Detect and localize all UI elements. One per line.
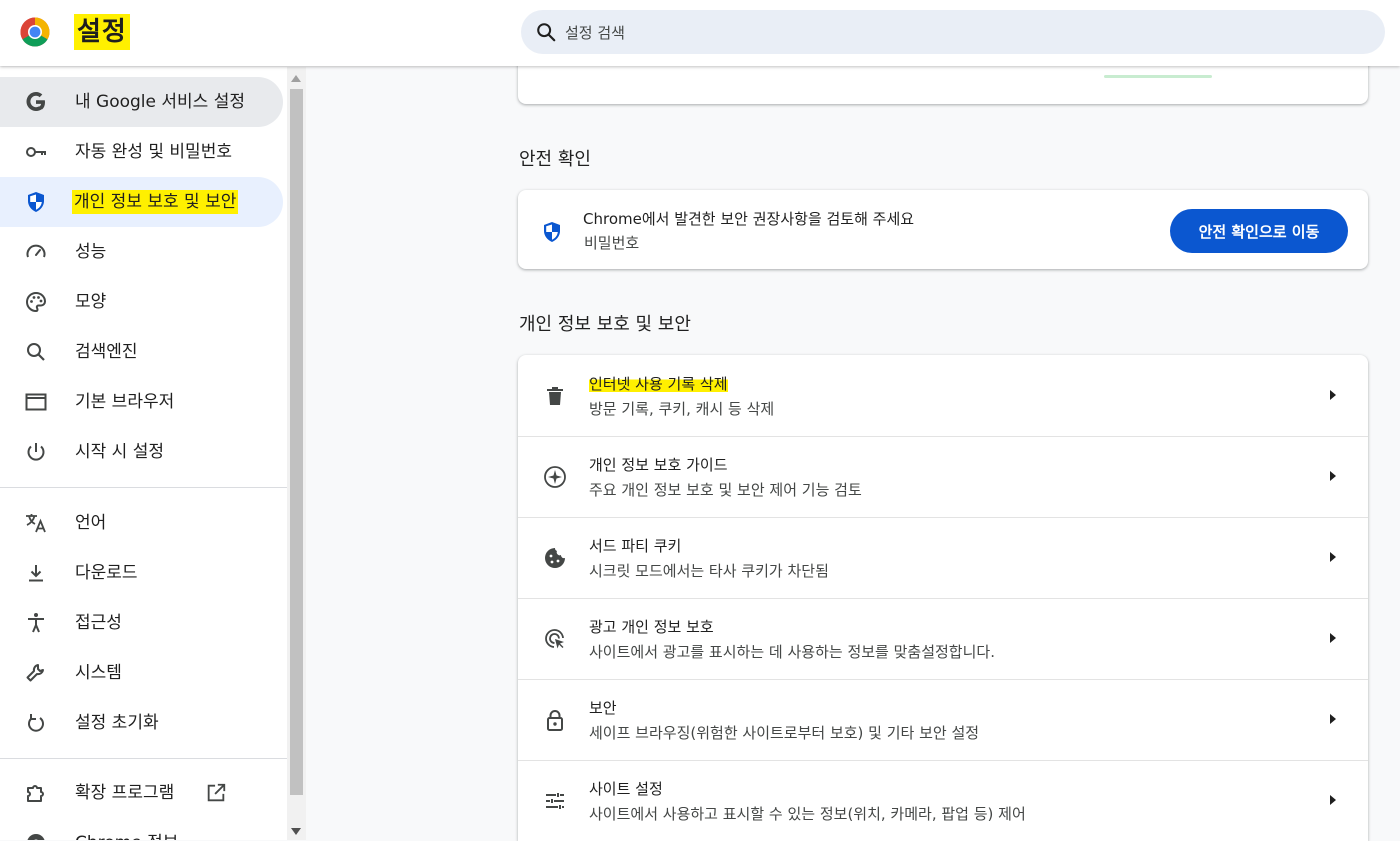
ad-privacy-icon — [545, 629, 564, 649]
safety-check-card: Chrome에서 발견한 보안 권장사항을 검토해 주세요 비밀번호 안전 확인… — [518, 190, 1368, 269]
sidebar-item-appearance[interactable]: 모양 — [0, 277, 283, 327]
cookie-icon — [545, 548, 565, 568]
row-ad-privacy[interactable]: 광고 개인 정보 보호 사이트에서 광고를 표시하는 데 사용하는 정보를 맞춤… — [518, 598, 1368, 679]
sidebar-item-label: 모양 — [75, 292, 107, 312]
top-bar: 설정 설정 검색 — [0, 0, 1400, 66]
page-title: 설정 — [74, 14, 130, 50]
row-third-party-cookies[interactable]: 서드 파티 쿠키 시크릿 모드에서는 타사 쿠키가 차단됨 — [518, 517, 1368, 598]
key-icon — [26, 147, 46, 157]
search-bar[interactable]: 설정 검색 — [521, 10, 1385, 54]
row-title: 서드 파티 쿠키 — [589, 537, 682, 555]
sidebar-item-languages[interactable]: 언어 — [0, 498, 283, 548]
sidebar-item-label: 접근성 — [75, 613, 122, 633]
extension-icon — [27, 785, 44, 802]
row-site-settings[interactable]: 사이트 설정 사이트에서 사용하고 표시할 수 있는 정보(위치, 카메라, 팝… — [518, 760, 1368, 841]
sidebar-item-label: 검색엔진 — [75, 342, 138, 362]
sidebar-item-label: Chrome 정보 — [75, 831, 178, 840]
sidebar: 내 Google 서비스 설정 자동 완성 및 비밀번호 개인 정보 보호 및 … — [0, 67, 287, 840]
sidebar-item-label: 확장 프로그램 — [75, 783, 175, 803]
chrome-icon — [27, 834, 45, 840]
sidebar-scrollbar[interactable] — [287, 67, 306, 840]
sidebar-item-label: 시작 시 설정 — [75, 442, 165, 462]
row-title: 사이트 설정 — [589, 780, 663, 798]
tune-icon — [546, 793, 564, 809]
row-title: 보안 — [589, 699, 617, 717]
sidebar-item-label: 기본 브라우저 — [75, 392, 175, 412]
row-clear-browsing-data[interactable]: 인터넷 사용 기록 삭제 방문 기록, 쿠키, 캐시 등 삭제 — [518, 355, 1368, 436]
sidebar-item-default-browser[interactable]: 기본 브라우저 — [0, 377, 283, 427]
sidebar-item-label: 개인 정보 보호 및 보안 — [72, 190, 239, 214]
shield-icon — [28, 192, 44, 212]
sidebar-item-privacy[interactable]: 개인 정보 보호 및 보안 — [0, 177, 283, 227]
progress-indicator — [1104, 75, 1212, 78]
download-icon — [29, 565, 43, 582]
sidebar-item-label: 성능 — [75, 242, 107, 262]
row-security[interactable]: 보안 세이프 브라우징(위험한 사이트로부터 보호) 및 기타 보안 설정 — [518, 679, 1368, 760]
row-title: 개인 정보 보호 가이드 — [589, 456, 728, 474]
wrench-icon — [26, 664, 44, 682]
sidebar-item-label: 자동 완성 및 비밀번호 — [75, 142, 232, 162]
sidebar-item-extensions[interactable]: 확장 프로그램 — [0, 768, 283, 818]
row-title: 광고 개인 정보 보호 — [589, 618, 714, 636]
search-icon — [27, 343, 45, 361]
trash-icon — [547, 387, 563, 405]
browser-window-icon — [25, 393, 47, 411]
power-icon — [27, 443, 45, 461]
sidebar-item-system[interactable]: 시스템 — [0, 648, 283, 698]
sidebar-item-autofill[interactable]: 자동 완성 및 비밀번호 — [0, 127, 283, 177]
palette-icon — [25, 291, 47, 313]
shield-icon — [544, 222, 560, 242]
sidebar-item-label: 다운로드 — [75, 563, 138, 583]
search-icon — [537, 23, 556, 42]
sidebar-item-label: 시스템 — [75, 663, 122, 683]
sidebar-item-on-startup[interactable]: 시작 시 설정 — [0, 427, 283, 477]
speedometer-icon — [26, 244, 46, 258]
arrow-right-icon — [1330, 795, 1336, 805]
row-description: 세이프 브라우징(위험한 사이트로부터 보호) 및 기타 보안 설정 — [589, 724, 980, 742]
go-to-safety-check-button[interactable]: 안전 확인으로 이동 — [1170, 209, 1348, 253]
sidebar-item-label: 내 Google 서비스 설정 — [75, 92, 245, 112]
arrow-right-icon — [1330, 552, 1336, 562]
sidebar-item-reset[interactable]: 설정 초기화 — [0, 698, 283, 748]
sidebar-item-label: 언어 — [75, 513, 107, 533]
google-g-icon — [26, 92, 45, 111]
chrome-logo-icon — [20, 17, 50, 47]
arrow-right-icon — [1330, 633, 1336, 643]
safety-check-heading: 안전 확인 — [519, 149, 591, 170]
search-input[interactable]: 설정 검색 — [565, 22, 625, 43]
sidebar-item-label: 설정 초기화 — [75, 713, 159, 733]
arrow-right-icon — [1330, 714, 1336, 724]
row-description: 방문 기록, 쿠키, 캐시 등 삭제 — [589, 400, 775, 418]
row-description: 주요 개인 정보 보호 및 보안 제어 기능 검토 — [589, 481, 862, 499]
open-in-new-icon — [207, 783, 226, 802]
sidebar-item-google-services[interactable]: 내 Google 서비스 설정 — [0, 77, 283, 127]
arrow-right-icon — [1330, 471, 1336, 481]
privacy-section-heading: 개인 정보 보호 및 보안 — [519, 314, 691, 335]
sidebar-divider — [0, 758, 287, 759]
safety-check-subtext: 비밀번호 — [584, 234, 640, 252]
safety-check-message: Chrome에서 발견한 보안 권장사항을 검토해 주세요 — [583, 210, 915, 228]
sidebar-item-accessibility[interactable]: 접근성 — [0, 598, 283, 648]
arrow-right-icon — [1330, 390, 1336, 400]
compass-icon — [544, 466, 566, 488]
accessibility-icon — [28, 613, 44, 633]
sidebar-item-about-chrome[interactable]: Chrome 정보 — [0, 818, 283, 840]
lock-icon — [547, 710, 563, 731]
sidebar-item-search-engine[interactable]: 검색엔진 — [0, 327, 283, 377]
privacy-card: 인터넷 사용 기록 삭제 방문 기록, 쿠키, 캐시 등 삭제 개인 정보 보호… — [518, 355, 1368, 841]
row-description: 시크릿 모드에서는 타사 쿠키가 차단됨 — [589, 562, 829, 580]
sidebar-divider — [0, 487, 287, 488]
scroll-thumb[interactable] — [290, 89, 303, 795]
scroll-down-arrow-icon[interactable] — [291, 828, 301, 835]
sidebar-item-downloads[interactable]: 다운로드 — [0, 548, 283, 598]
scroll-up-arrow-icon[interactable] — [291, 75, 301, 82]
row-title: 인터넷 사용 기록 삭제 — [589, 373, 728, 394]
translate-icon — [26, 514, 46, 533]
row-privacy-guide[interactable]: 개인 정보 보호 가이드 주요 개인 정보 보호 및 보안 제어 기능 검토 — [518, 436, 1368, 517]
row-description: 사이트에서 사용하고 표시할 수 있는 정보(위치, 카메라, 팝업 등) 제어 — [589, 805, 1026, 823]
row-description: 사이트에서 광고를 표시하는 데 사용하는 정보를 맞춤설정합니다. — [589, 643, 995, 661]
sidebar-item-performance[interactable]: 성능 — [0, 227, 283, 277]
reset-icon — [28, 714, 44, 732]
